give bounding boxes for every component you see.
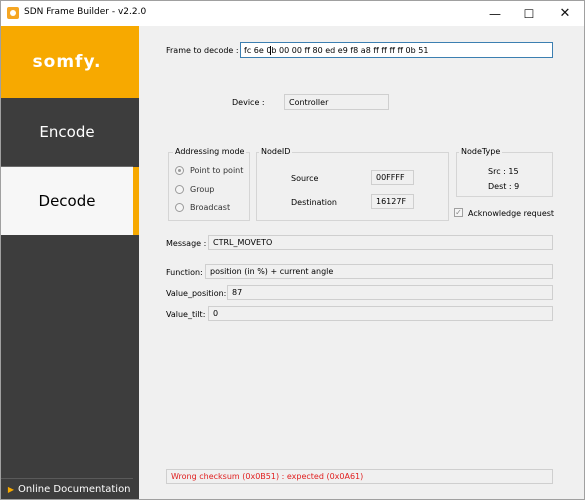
nav-encode[interactable]: Encode [1, 98, 133, 166]
value-position-field: 87 [227, 285, 553, 300]
nodetype-src: Src : 15 [488, 167, 519, 176]
title-bar[interactable]: SDN Frame Builder - v2.2.0 — ☐ ✕ [1, 1, 584, 26]
acknowledge-checkbox[interactable]: ✓ [454, 208, 463, 217]
close-button[interactable]: ✕ [548, 1, 582, 26]
nodeid-title: NodeID [259, 147, 293, 156]
active-nav-indicator [133, 167, 139, 235]
nodeid-group: NodeID Source 00FFFF Destination 16127F [256, 147, 449, 221]
frame-label: Frame to decode : [166, 46, 239, 55]
nodetype-title: NodeType [459, 147, 503, 156]
message-label: Message : [166, 239, 207, 248]
nodetype-dest: Dest : 9 [488, 182, 520, 191]
window-title: SDN Frame Builder - v2.2.0 [24, 7, 147, 17]
nodetype-group: NodeType Src : 15 Dest : 9 [456, 147, 553, 197]
checksum-status: Wrong checksum (0x0B51) : expected (0x0A… [166, 469, 553, 484]
addressing-mode-group: Addressing mode Point to point Group Bro… [168, 147, 250, 221]
chevron-right-icon: ▶ [7, 484, 15, 494]
radio-group[interactable]: Group [175, 185, 214, 194]
app-icon [7, 7, 19, 19]
nav-encode-label: Encode [39, 123, 95, 141]
logo-accent-bar [133, 26, 139, 98]
radio-point-to-point[interactable]: Point to point [175, 166, 243, 175]
minimize-button[interactable]: — [478, 1, 512, 26]
addressing-mode-title: Addressing mode [173, 147, 247, 156]
frame-value-start: fc 6e 0 [244, 45, 272, 55]
frame-input[interactable]: fc 6e 0b 00 00 ff 80 ed e9 f8 a8 ff ff f… [240, 42, 553, 58]
app-window: SDN Frame Builder - v2.2.0 — ☐ ✕ somfy. … [0, 0, 585, 500]
online-documentation-link[interactable]: ▶ Online Documentation [1, 478, 133, 499]
radio-broadcast-label: Broadcast [190, 203, 231, 212]
radio-broadcast[interactable]: Broadcast [175, 203, 230, 212]
maximize-button[interactable]: ☐ [512, 1, 546, 26]
function-field: position (in %) + current angle [205, 264, 553, 279]
function-label: Function: [166, 268, 203, 277]
device-field: Controller [284, 94, 389, 110]
somfy-logo: somfy. [1, 26, 133, 98]
acknowledge-label: Acknowledge request [468, 209, 555, 218]
value-position-label: Value_position: [166, 289, 227, 298]
radio-group-label: Group [190, 185, 215, 194]
destination-field: 16127F [371, 194, 414, 209]
value-tilt-label: Value_tilt: [166, 310, 206, 319]
radio-point-to-point-indicator [175, 166, 184, 175]
radio-group-indicator [175, 185, 184, 194]
source-field: 00FFFF [371, 170, 414, 185]
nav-decode[interactable]: Decode [1, 167, 133, 235]
radio-broadcast-indicator [175, 203, 184, 212]
logo-text: somfy. [32, 52, 102, 72]
nav-decode-label: Decode [38, 192, 96, 210]
source-label: Source [291, 174, 319, 183]
frame-value-end: b 00 00 ff 80 ed e9 f8 a8 ff ff ff ff 0b… [271, 45, 429, 55]
radio-point-to-point-label: Point to point [190, 166, 244, 175]
device-label: Device : [232, 98, 265, 107]
message-field: CTRL_MOVETO [208, 235, 553, 250]
destination-label: Destination [291, 198, 337, 207]
value-tilt-field: 0 [208, 306, 553, 321]
online-documentation-label: Online Documentation [18, 483, 131, 495]
sidebar: somfy. Encode Decode ▶ Online Documentat… [1, 26, 139, 499]
